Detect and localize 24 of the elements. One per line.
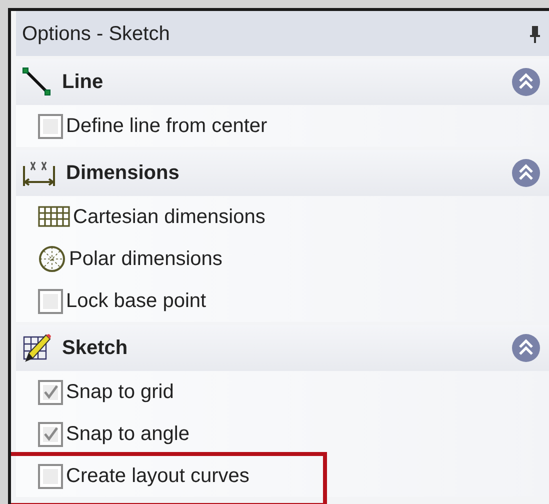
collapse-icon[interactable] bbox=[511, 67, 541, 97]
checkbox[interactable] bbox=[38, 464, 63, 488]
section-title: Line bbox=[62, 70, 104, 95]
line-icon bbox=[22, 67, 52, 97]
section-title: Dimensions bbox=[66, 161, 180, 186]
grid-icon bbox=[38, 205, 70, 229]
collapse-icon[interactable] bbox=[511, 333, 541, 363]
checkbox-label: Snap to angle bbox=[66, 422, 190, 447]
check-icon bbox=[42, 426, 58, 442]
checkbox[interactable] bbox=[38, 422, 63, 446]
check-icon bbox=[42, 384, 58, 400]
checkbox[interactable] bbox=[38, 114, 63, 138]
polar-grid-icon bbox=[38, 245, 66, 273]
checkbox[interactable] bbox=[38, 380, 63, 404]
checkbox[interactable] bbox=[38, 288, 63, 314]
pin-icon[interactable] bbox=[529, 24, 541, 44]
section-title: Sketch bbox=[62, 336, 129, 361]
checkbox-label: Snap to grid bbox=[66, 380, 174, 405]
pencil-icon bbox=[22, 332, 52, 364]
checkbox-label: Define line from center bbox=[66, 114, 268, 139]
panel-title: Options - Sketch bbox=[22, 22, 170, 46]
checkbox-label: Lock base point bbox=[66, 289, 206, 314]
checkbox-label: Create layout curves bbox=[66, 464, 250, 489]
collapse-icon[interactable] bbox=[511, 158, 541, 188]
